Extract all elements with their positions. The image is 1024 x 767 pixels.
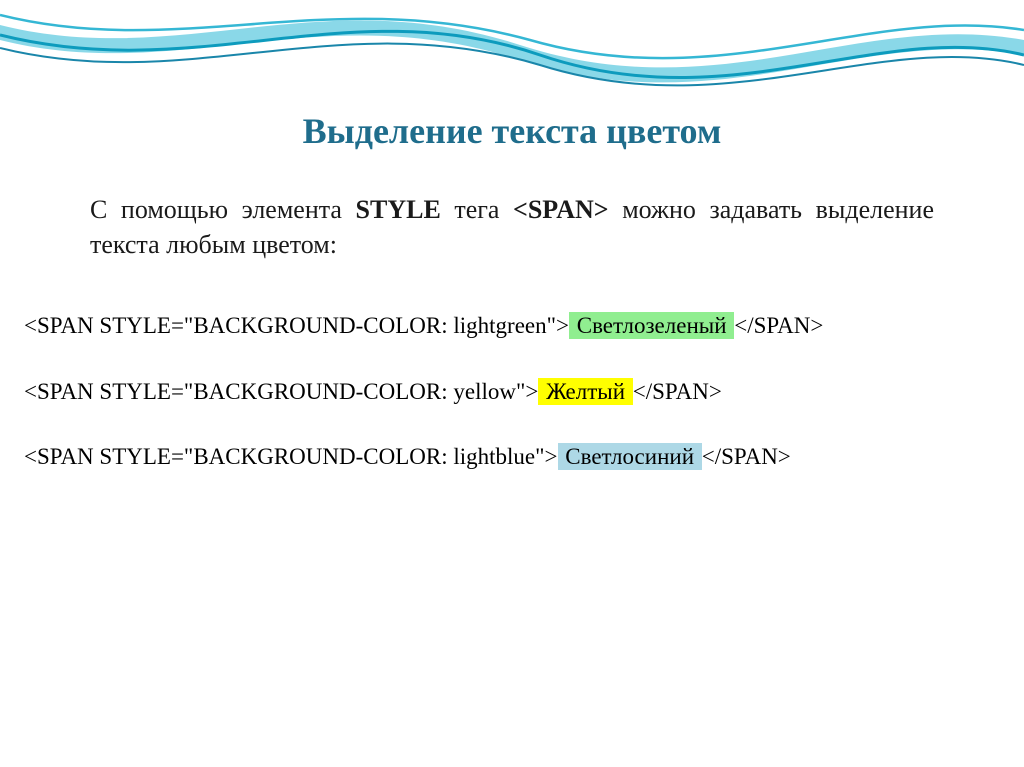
highlighted-text: Светлосиний (558, 443, 702, 470)
style-word: STYLE (356, 195, 441, 224)
span-tag: <SPAN> (513, 195, 609, 224)
code-close: </SPAN> (633, 379, 722, 404)
example-row: <SPAN STYLE="BACKGROUND-COLOR: yellow"> … (24, 378, 1014, 406)
code-open: <SPAN STYLE="BACKGROUND-COLOR: lightgree… (24, 313, 569, 338)
code-close: </SPAN> (702, 444, 791, 469)
highlighted-text: Желтый (538, 378, 632, 405)
code-open: <SPAN STYLE="BACKGROUND-COLOR: lightblue… (24, 444, 558, 469)
highlighted-text: Светлозеленый (569, 312, 734, 339)
intro-mid: тега (441, 195, 513, 224)
code-examples: <SPAN STYLE="BACKGROUND-COLOR: lightgree… (24, 312, 1014, 471)
example-row: <SPAN STYLE="BACKGROUND-COLOR: lightblue… (24, 443, 1014, 471)
example-row: <SPAN STYLE="BACKGROUND-COLOR: lightgree… (24, 312, 1014, 340)
slide-title: Выделение текста цветом (0, 110, 1024, 152)
code-close: </SPAN> (734, 313, 823, 338)
intro-paragraph: С помощью элемента STYLE тега <SPAN> мож… (90, 192, 934, 262)
code-open: <SPAN STYLE="BACKGROUND-COLOR: yellow"> (24, 379, 538, 404)
intro-prefix: С помощью элемента (90, 195, 356, 224)
